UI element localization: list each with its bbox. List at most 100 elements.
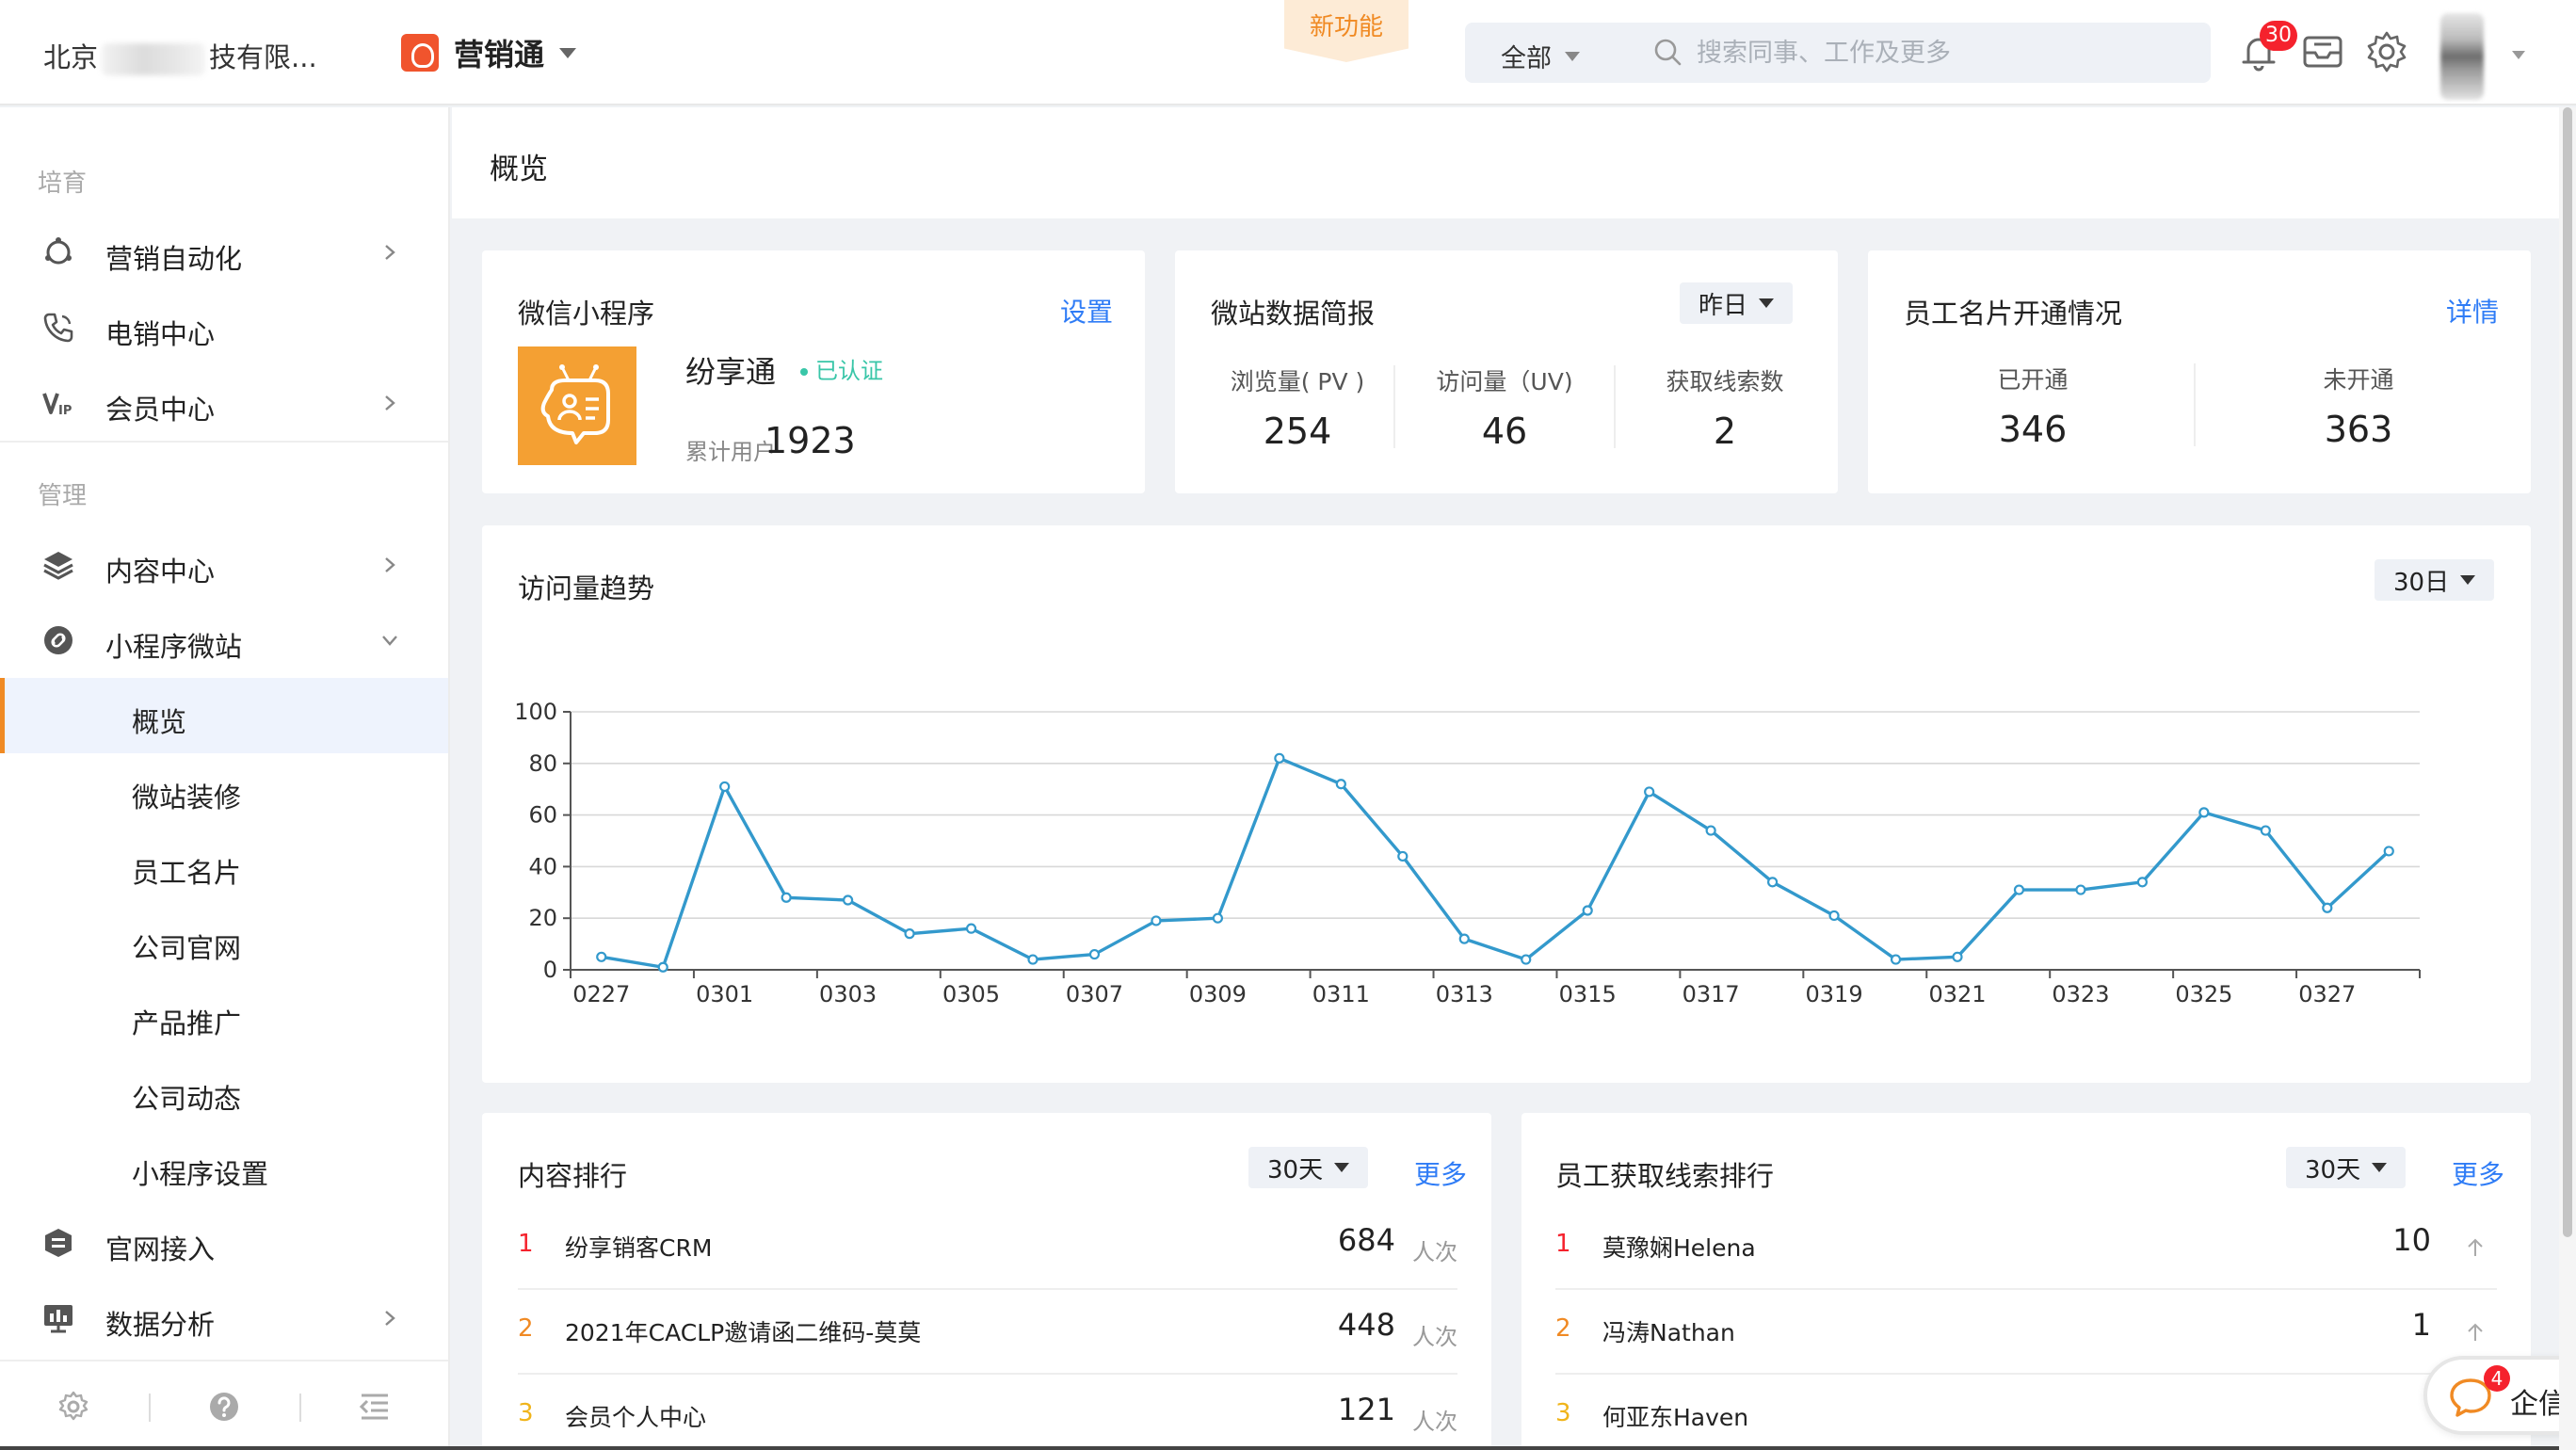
- employee-card-status: 员工名片开通情况 详情 已开通 346 未开通 363: [1868, 250, 2531, 493]
- series-line: [601, 756, 2391, 969]
- rank-unit: 人次: [1412, 1239, 1457, 1265]
- table-row[interactable]: 3 何亚东Haven: [1555, 1375, 2497, 1450]
- rank-name: 纷享销客CRM: [565, 1234, 713, 1262]
- top-bar: 北京技有限... 营销通 新功能 全部 30: [0, 0, 2576, 105]
- caret-down-icon: [1334, 1163, 1350, 1172]
- gear-icon[interactable]: [2363, 28, 2410, 75]
- x-tick-label: 0323: [2052, 981, 2109, 1007]
- sidebar-subitem-company-website[interactable]: 公司官网: [0, 904, 448, 979]
- sidebar-item-content-center[interactable]: 内容中心: [0, 527, 448, 603]
- rank-number: 1: [518, 1230, 534, 1258]
- data-point: [657, 961, 668, 973]
- x-tick-label: 0305: [942, 981, 1000, 1007]
- stat-leads: 获取线索数 2: [1666, 368, 1784, 452]
- redacted-blur: [102, 43, 206, 75]
- rank-value: 448: [1337, 1307, 1395, 1343]
- chevron-down-icon[interactable]: [2512, 51, 2525, 59]
- scrollbar-thumb[interactable]: [2563, 107, 2572, 1237]
- avatar[interactable]: [2440, 13, 2484, 100]
- product-logo-icon: [401, 34, 439, 72]
- data-point: [1027, 954, 1038, 965]
- help-icon[interactable]: [207, 1390, 241, 1424]
- data-point: [2136, 877, 2149, 888]
- x-tick-label: 0313: [1436, 981, 1493, 1007]
- rank-name: 会员个人中心: [565, 1404, 707, 1431]
- data-point: [1151, 915, 1162, 926]
- chevron-down-icon: [382, 636, 397, 646]
- vip-icon: IP: [42, 393, 72, 418]
- sidebar-item-telesales[interactable]: 电销中心: [0, 290, 448, 365]
- table-row[interactable]: 2 冯涛Nathan 1: [1555, 1290, 2497, 1375]
- chevron-right-icon: [385, 245, 395, 260]
- sidebar-item-data-analysis[interactable]: 数据分析: [0, 1281, 448, 1356]
- mini-program-logo: [518, 346, 636, 465]
- lead-period-select[interactable]: 30天: [2286, 1147, 2407, 1188]
- analytics-icon: [44, 1305, 72, 1333]
- search-input[interactable]: [1697, 32, 2186, 73]
- phone-icon: [43, 313, 73, 343]
- mini-program-name: 纷享通: [685, 354, 777, 390]
- sidebar-subitem-mini-program-settings[interactable]: 小程序设置: [0, 1130, 448, 1205]
- sidebar-subitem-site-decoration[interactable]: 微站装修: [0, 753, 448, 829]
- chat-button[interactable]: 4 企信: [2423, 1356, 2574, 1435]
- detail-link[interactable]: 详情: [2446, 292, 2499, 330]
- data-point: [1274, 752, 1285, 764]
- rank-number: 1: [1555, 1230, 1571, 1258]
- rank-unit: 人次: [1412, 1409, 1457, 1435]
- stat-activated: 已开通 346: [1997, 366, 2069, 450]
- rank-name: 2021年CACLP邀请函二维码-莫莫: [565, 1319, 922, 1346]
- sidebar-item-label: 官网接入: [105, 1233, 216, 1265]
- settings-link[interactable]: 设置: [1060, 292, 1113, 330]
- chevron-down-icon: [1565, 51, 1580, 61]
- page-header: 概览: [452, 107, 2561, 218]
- table-row[interactable]: 1 莫豫娴Helena 10: [1555, 1205, 2497, 1290]
- divider: [1393, 365, 1395, 448]
- search-scope-select[interactable]: 全部: [1501, 38, 1580, 74]
- data-point: [1828, 910, 1840, 922]
- sidebar-subitem-overview[interactable]: 概览: [0, 678, 448, 753]
- scrollbar[interactable]: [2559, 107, 2576, 1450]
- more-link[interactable]: 更多: [1414, 1154, 1467, 1192]
- section-title: 管理: [38, 482, 88, 510]
- caret-down-icon: [2372, 1163, 2388, 1172]
- content-ranking-card: 内容排行 30天 更多 1 纷享销客CRM 684 人次 2 2021年CACL…: [482, 1113, 1491, 1450]
- svg-text:IP: IP: [58, 404, 72, 418]
- sidebar-item-mini-program-site[interactable]: 小程序微站: [0, 603, 448, 678]
- data-point: [2322, 902, 2333, 913]
- card-title: 微站数据简报: [1211, 298, 1376, 330]
- table-row[interactable]: 2 2021年CACLP邀请函二维码-莫莫 448 人次: [518, 1290, 1457, 1375]
- sidebar-item-marketing-automation[interactable]: 营销自动化: [0, 215, 448, 290]
- table-row[interactable]: 1 纷享销客CRM 684 人次: [518, 1205, 1457, 1290]
- more-link[interactable]: 更多: [2452, 1154, 2504, 1192]
- stat-pv: 浏览量( PV ) 254: [1230, 368, 1365, 452]
- data-point: [2013, 884, 2025, 895]
- collapse-menu-icon[interactable]: [358, 1390, 392, 1424]
- inbox-icon[interactable]: [2299, 28, 2346, 75]
- y-tick-label: 40: [528, 853, 557, 879]
- rank-value: 10: [2392, 1222, 2431, 1258]
- sidebar-item-website-access[interactable]: 官网接入: [0, 1205, 448, 1281]
- sidebar-subitem-product-promotion[interactable]: 产品推广: [0, 979, 448, 1055]
- product-switcher[interactable]: 营销通: [401, 30, 577, 75]
- arrow-up-icon: [2468, 1238, 2483, 1256]
- sidebar-item-member-center[interactable]: IP 会员中心: [0, 365, 448, 441]
- cumulative-users-label: 累计用户: [685, 439, 776, 465]
- data-point: [843, 894, 854, 906]
- automation-icon: [45, 237, 72, 265]
- period-select[interactable]: 昨日: [1680, 282, 1794, 324]
- x-tick-label: 0301: [696, 981, 753, 1007]
- new-feature-tag[interactable]: 新功能: [1284, 0, 1409, 62]
- caret-down-icon: [1759, 298, 1775, 308]
- table-row[interactable]: 3 会员个人中心 121 人次: [518, 1375, 1457, 1450]
- content-period-select[interactable]: 30天: [1248, 1147, 1369, 1188]
- company-name[interactable]: 北京 技有限...: [43, 36, 317, 75]
- sidebar-item-label: 电销中心: [105, 318, 216, 350]
- chevron-right-icon: [385, 395, 395, 411]
- data-point: [1766, 877, 1779, 888]
- gear-icon[interactable]: [56, 1390, 90, 1424]
- sidebar-subitem-company-news[interactable]: 公司动态: [0, 1055, 448, 1130]
- divider: [299, 1394, 301, 1422]
- data-point: [1705, 825, 1716, 836]
- sidebar-subitem-employee-card[interactable]: 员工名片: [0, 829, 448, 904]
- data-point: [1890, 954, 1902, 965]
